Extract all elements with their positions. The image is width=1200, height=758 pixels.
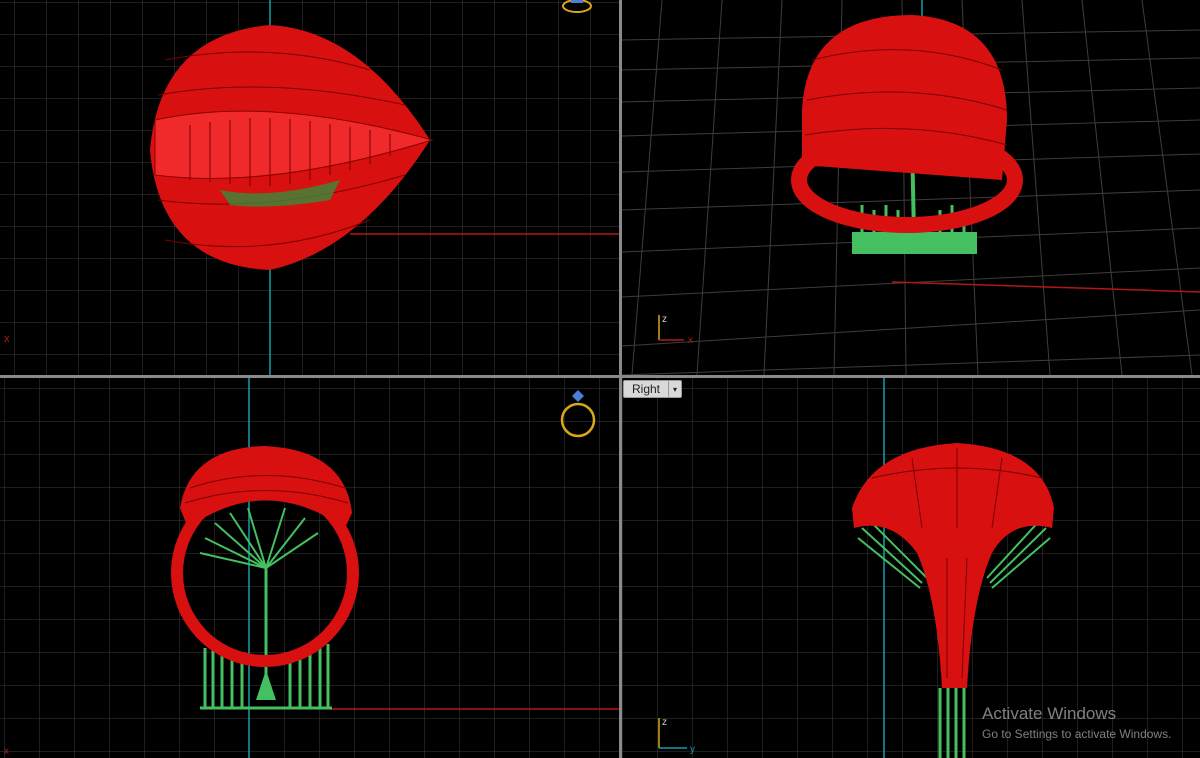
viewport-title-right[interactable]: Right — [624, 381, 668, 397]
viewport-splitter-vertical[interactable] — [619, 0, 622, 758]
svg-text:z: z — [662, 717, 667, 728]
chevron-down-icon[interactable]: ▾ — [668, 381, 681, 397]
activation-watermark: Activate Windows Go to Settings to activ… — [982, 704, 1171, 742]
viewport-top[interactable]: x — [0, 0, 619, 375]
front-view-canvas[interactable]: x — [0, 378, 619, 758]
right-view-canvas[interactable]: z y — [622, 378, 1200, 758]
watermark-title: Activate Windows — [982, 704, 1117, 723]
grid — [622, 378, 1200, 758]
perspective-view-canvas[interactable]: z x — [622, 0, 1200, 375]
viewport-front[interactable]: x — [0, 378, 619, 758]
top-view-canvas[interactable]: x — [0, 0, 619, 375]
x-axis-label: x — [4, 333, 10, 345]
viewport-title-tab[interactable]: Right ▾ — [623, 380, 683, 398]
ring-model-perspective — [791, 15, 1023, 233]
viewport-right[interactable]: z y Right ▾ Activate Windows Go to Setti… — [622, 378, 1200, 758]
viewport-layout: x z x x z y Right ▾ Activate Windows Go … — [0, 0, 1200, 758]
viewport-splitter-horizontal[interactable] — [0, 375, 1200, 378]
axis-indicator: z x — [658, 314, 693, 346]
watermark-subtitle: Go to Settings to activate Windows. — [982, 727, 1172, 741]
svg-text:x: x — [4, 746, 9, 757]
x-axis-line — [891, 281, 1200, 293]
svg-text:z: z — [662, 314, 667, 325]
viewport-perspective[interactable]: z x — [622, 0, 1200, 375]
svg-text:y: y — [690, 744, 695, 755]
svg-text:x: x — [688, 335, 693, 346]
